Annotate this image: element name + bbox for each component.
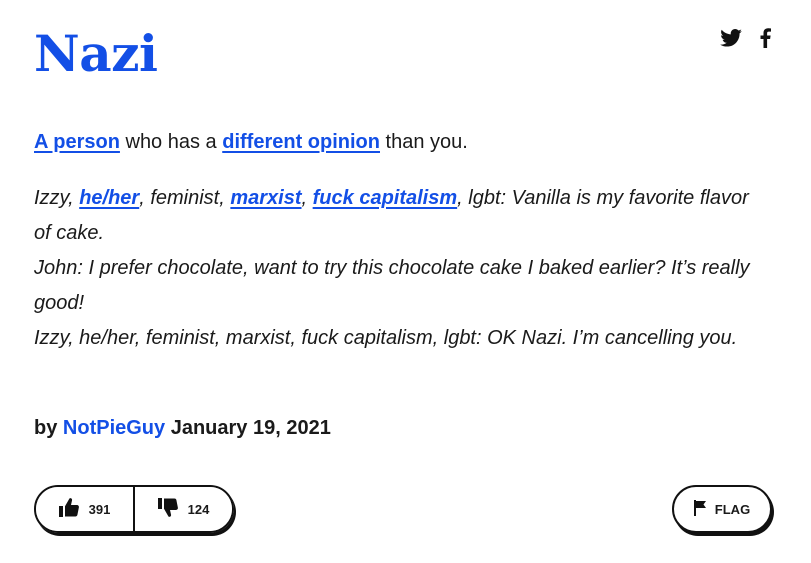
- meaning-text: than you.: [380, 131, 468, 153]
- contributor: by NotPieGuy January 19, 2021: [34, 412, 331, 444]
- author-link[interactable]: NotPieGuy: [63, 417, 165, 439]
- downvote-button[interactable]: 124: [133, 487, 232, 531]
- contributor-by: by: [34, 417, 63, 439]
- flag-label: FLAG: [714, 501, 751, 517]
- thumbs-up-icon: [58, 498, 79, 520]
- facebook-icon[interactable]: [760, 28, 771, 48]
- meaning-text: who has a: [119, 131, 223, 153]
- upvote-count: 391: [88, 501, 111, 517]
- example-line-2: John: I prefer chocolate, want to try th…: [34, 257, 750, 314]
- upvote-button[interactable]: 391: [36, 487, 133, 531]
- word-title[interactable]: Nazi: [34, 22, 158, 86]
- flag-icon: [693, 499, 706, 519]
- example-link-marxist[interactable]: marxist: [230, 187, 301, 209]
- example-line-3: Izzy, he/her, feminist, marxist, fuck ca…: [34, 327, 738, 349]
- example-line-1: Izzy, he/her, feminist, marxist, fuck ca…: [34, 181, 764, 251]
- flag-button[interactable]: FLAG: [672, 485, 772, 533]
- definition-example: Izzy, he/her, feminist, marxist, fuck ca…: [34, 181, 764, 356]
- definition-meaning: A person who has a different opinion tha…: [34, 126, 754, 158]
- meaning-link-a-person[interactable]: A person: [34, 131, 120, 153]
- thumbs-down-icon: [157, 498, 178, 520]
- example-text: , feminist,: [139, 187, 231, 209]
- downvote-count: 124: [187, 501, 210, 517]
- example-text: ,: [301, 187, 313, 209]
- vote-buttons: 391 124: [34, 485, 234, 533]
- share-buttons: [720, 28, 771, 48]
- contributor-date: January 19, 2021: [165, 417, 331, 439]
- example-link-fuck-capitalism[interactable]: fuck capitalism: [313, 187, 458, 209]
- meaning-link-different-opinion[interactable]: different opinion: [222, 131, 380, 153]
- twitter-icon[interactable]: [720, 29, 742, 47]
- example-text: Izzy,: [34, 187, 80, 209]
- example-link-he-her[interactable]: he/her: [79, 187, 139, 209]
